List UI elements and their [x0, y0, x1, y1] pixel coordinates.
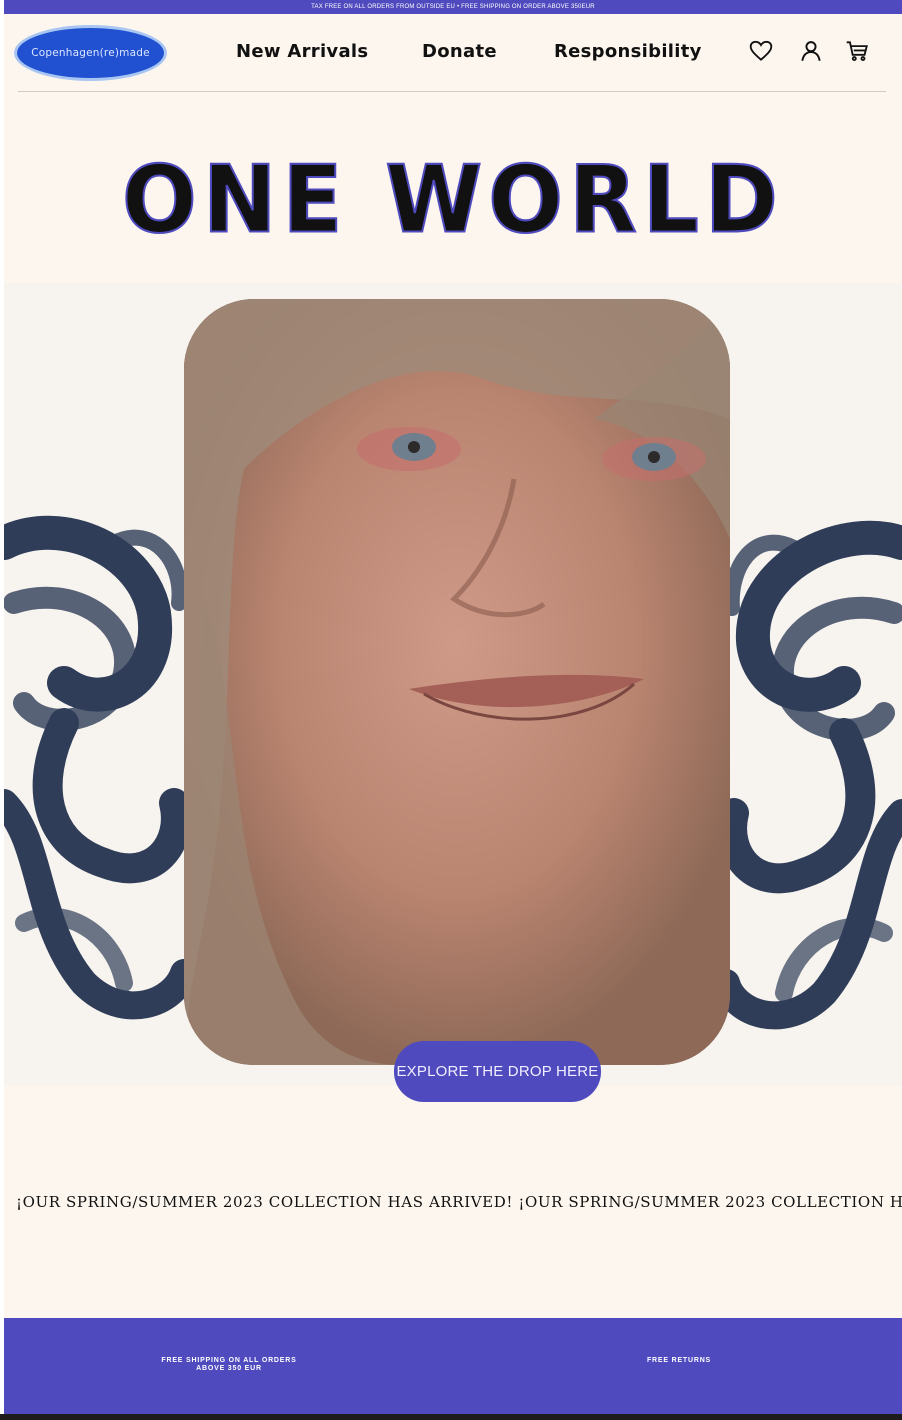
- user-icon[interactable]: [798, 38, 824, 64]
- page: TAX FREE ON ALL ORDERS FROM OUTSIDE EU •…: [4, 0, 902, 1420]
- nav-new-arrivals[interactable]: New Arrivals: [236, 41, 368, 62]
- bottom-edge: [0, 1414, 902, 1420]
- hero-portrait-video[interactable]: [184, 299, 730, 1065]
- header-divider: [18, 91, 886, 92]
- portrait-image: [184, 299, 730, 1065]
- free-shipping-text: FREE SHIPPING ON ALL ORDERS ABOVE 350 EU…: [161, 1357, 297, 1372]
- logo[interactable]: Copenhagen(re)made: [14, 25, 167, 81]
- nav-donate[interactable]: Donate: [422, 41, 497, 62]
- cart-icon[interactable]: [844, 38, 870, 64]
- heart-icon[interactable]: [748, 38, 774, 64]
- hero-title: ONE WORLD: [121, 144, 784, 254]
- nav-responsibility[interactable]: Responsibility: [554, 41, 702, 62]
- free-returns-text: FREE RETURNS: [646, 1357, 712, 1364]
- explore-drop-button[interactable]: EXPLORE THE DROP HERE: [394, 1041, 601, 1102]
- footer-benefits: FREE SHIPPING ON ALL ORDERS ABOVE 350 EU…: [4, 1318, 902, 1420]
- announcement-bar: TAX FREE ON ALL ORDERS FROM OUTSIDE EU •…: [4, 0, 902, 14]
- collection-marquee: ¡OUR SPRING/SUMMER 2023 COLLECTION HAS A…: [16, 1193, 902, 1211]
- site-header: Copenhagen(re)made New Arrivals Donate R…: [4, 14, 902, 94]
